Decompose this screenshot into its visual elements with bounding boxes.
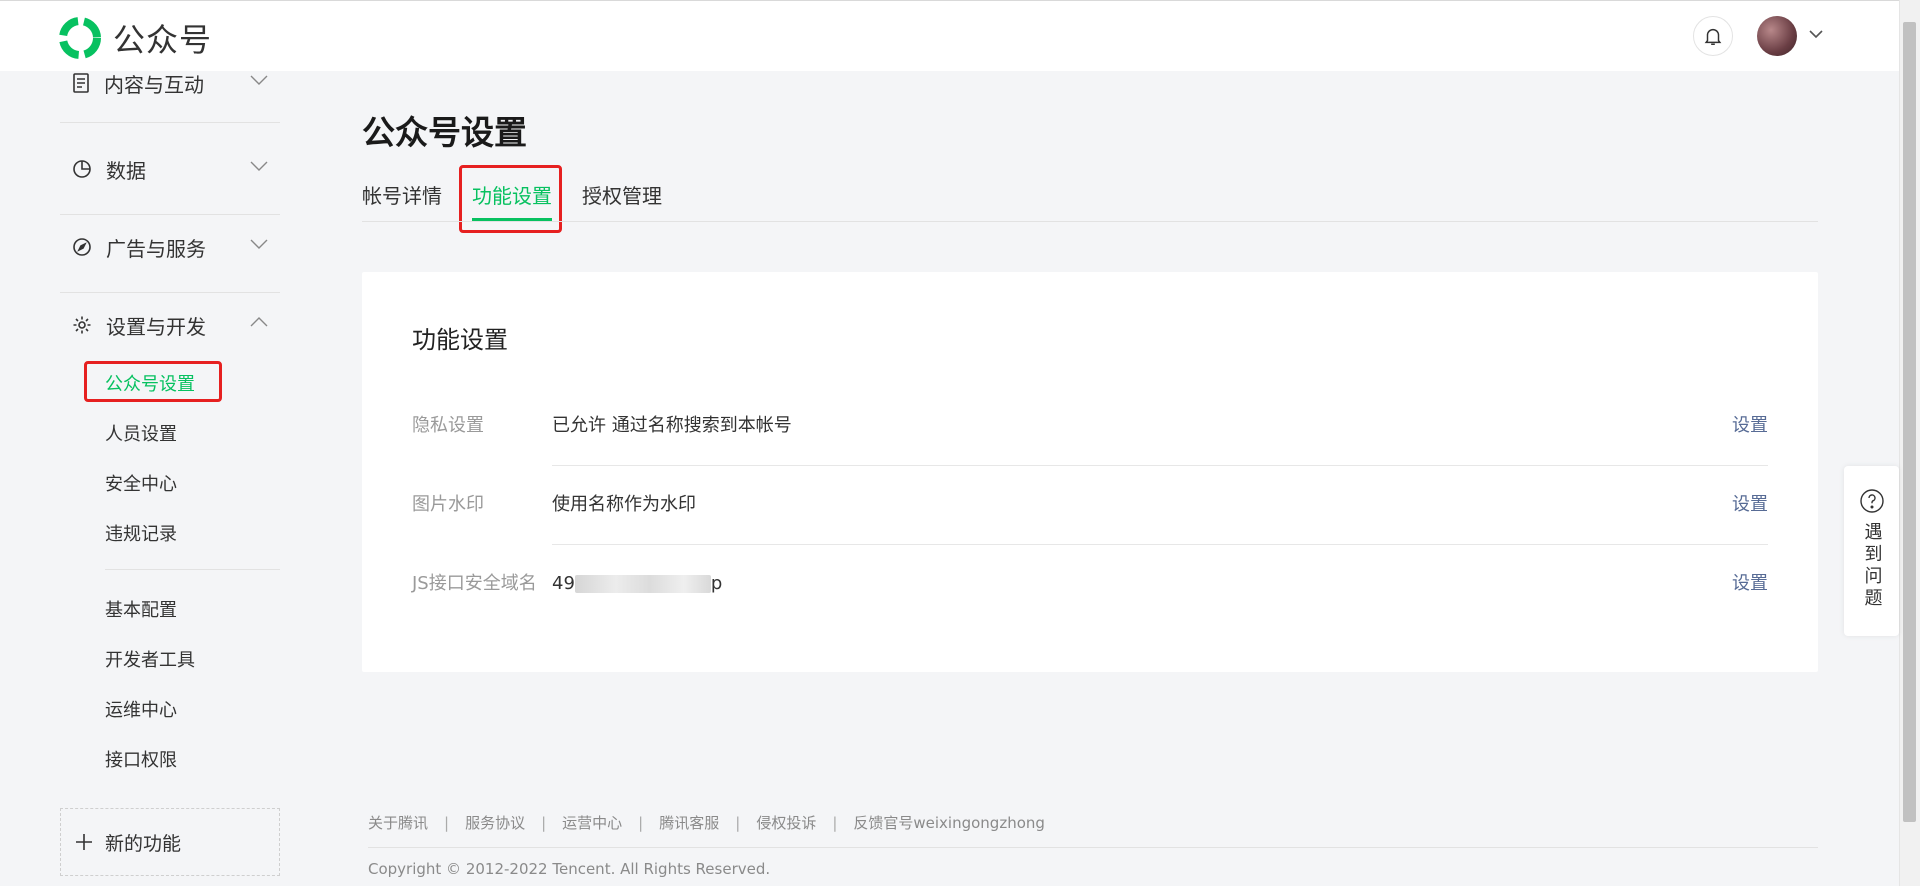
footer-link[interactable]: 腾讯客服 [659,812,719,833]
sidebar-group-settings[interactable]: 设置与开发 [60,293,280,371]
plus-icon [76,834,92,850]
new-feature-button[interactable]: 新的功能 [60,808,280,876]
sidebar-divider [105,569,280,570]
footer-link[interactable]: 关于腾讯 [368,812,428,833]
chevron-down-icon [250,239,268,249]
watermark-settings-link[interactable]: 设置 [1732,465,1768,545]
sidebar-group-data[interactable]: 数据 [60,137,280,215]
sidebar-group-label: 内容与互动 [104,72,204,97]
logo[interactable]: 公众号 [59,15,212,61]
tab-authorization[interactable]: 授权管理 [582,180,662,209]
sidebar-item-basic-config[interactable]: 基本配置 [105,596,177,622]
chevron-up-icon [250,317,268,327]
notification-button[interactable] [1693,16,1733,56]
tab-function-settings[interactable]: 功能设置 [472,180,552,209]
card-title: 功能设置 [412,326,508,354]
tab-bar: 帐号详情 功能设置 授权管理 [362,180,1818,222]
redacted-domain [574,575,711,593]
help-label: 遇到问题 [1861,522,1883,610]
avatar[interactable] [1757,16,1797,56]
sidebar-group-label: 广告与服务 [106,236,206,261]
domain-prefix: 49 [552,573,575,594]
sidebar-item-ops-center[interactable]: 运维中心 [105,696,177,722]
question-icon [1859,489,1884,513]
settings-card: 功能设置 隐私设置 已允许 通过名称搜索到本帐号 设置 图片水印 使用名称作为水… [362,272,1818,672]
new-feature-label: 新的功能 [105,832,182,855]
setting-value: 使用名称作为水印 [552,494,696,515]
sidebar-item-violation-records[interactable]: 违规记录 [105,520,177,546]
setting-row-privacy: 隐私设置 已允许 通过名称搜索到本帐号 设置 [412,386,1768,466]
compass-icon [73,238,91,256]
chevron-down-icon [250,161,268,171]
setting-key: 图片水印 [412,494,484,515]
chevron-down-icon[interactable] [1808,28,1824,40]
separator: | [735,813,741,832]
separator: | [444,813,450,832]
footer-divider [368,847,1818,848]
sidebar-item-security-center[interactable]: 安全中心 [105,470,177,496]
wechat-mp-logo-icon [59,17,101,59]
footer-links: 关于腾讯 | 服务协议 | 运营中心 | 腾讯客服 | 侵权投诉 | 反馈官号weixin… [368,812,1045,833]
setting-key: JS接口安全域名 [412,573,537,594]
domain-suffix: p [710,573,723,594]
sidebar-item-developer-tools[interactable]: 开发者工具 [105,646,195,672]
chevron-down-icon [250,75,268,85]
top-bar: 公众号 [0,0,1899,71]
setting-value: 已允许 通过名称搜索到本帐号 [552,415,792,436]
gear-icon [73,316,91,334]
footer-link[interactable]: 侵权投诉 [756,812,816,833]
footer-link[interactable]: 服务协议 [465,812,525,833]
separator: | [638,813,644,832]
separator: | [832,813,838,832]
setting-row-js-domain: JS接口安全域名 49 p 设置 [412,544,1768,624]
sidebar-group-content[interactable]: 内容与互动 [60,58,280,123]
footer-link[interactable]: 运营中心 [562,812,622,833]
privacy-settings-link[interactable]: 设置 [1732,386,1768,466]
pie-chart-icon [73,160,91,178]
sidebar-item-staff-settings[interactable]: 人员设置 [105,420,177,446]
logo-text: 公众号 [113,21,213,59]
bell-icon [1704,28,1722,45]
sidebar-group-ads[interactable]: 广告与服务 [60,215,280,293]
sidebar-item-api-permissions[interactable]: 接口权限 [105,746,177,772]
js-domain-settings-link[interactable]: 设置 [1732,544,1768,624]
page-title: 公众号设置 [362,113,527,152]
setting-row-watermark: 图片水印 使用名称作为水印 设置 [412,465,1768,545]
active-tab-indicator [472,218,552,221]
scrollbar-thumb[interactable] [1903,22,1916,822]
footer-link[interactable]: 反馈官号weixingongzhong [853,812,1045,833]
sidebar-group-label: 数据 [106,158,146,183]
sidebar-group-label: 设置与开发 [106,314,206,339]
help-widget[interactable]: 遇到问题 [1844,466,1899,636]
separator: | [541,813,547,832]
tab-account-details[interactable]: 帐号详情 [362,180,442,209]
setting-value: 49 p [552,544,722,624]
document-icon [73,73,89,93]
copyright: Copyright © 2012-2022 Tencent. All Right… [368,860,771,878]
highlight-box [84,361,222,402]
setting-key: 隐私设置 [412,415,484,436]
